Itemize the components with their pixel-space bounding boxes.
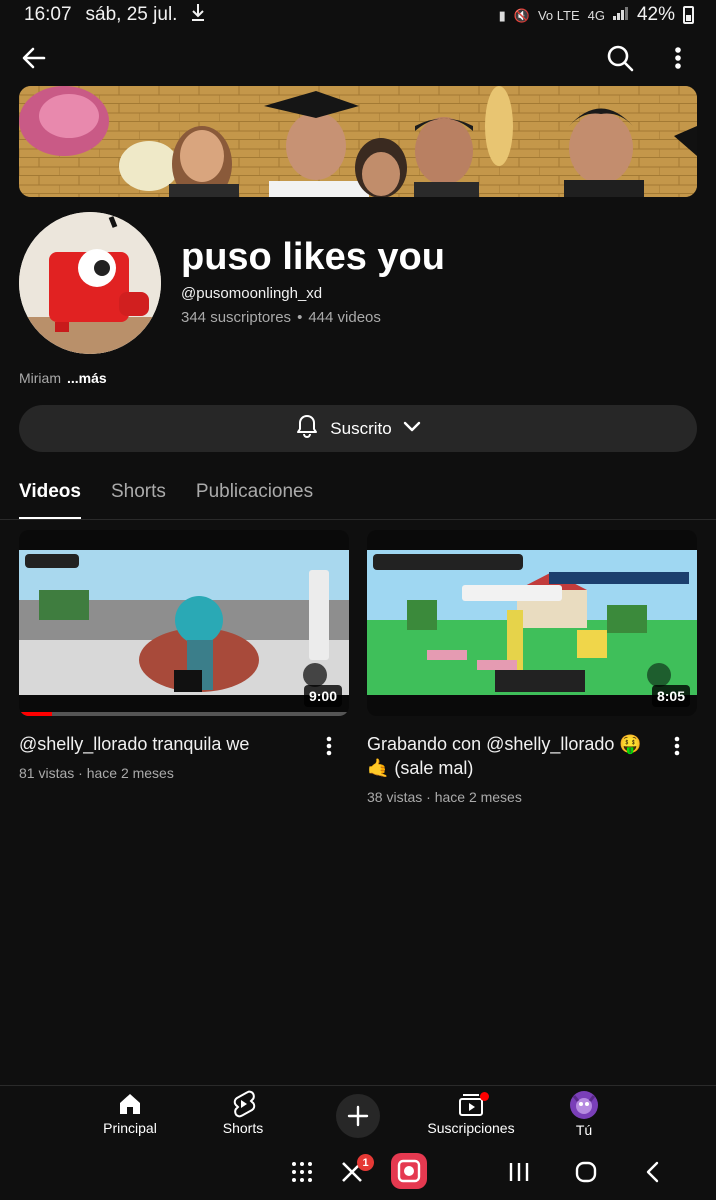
tabs-divider xyxy=(0,519,716,520)
signal-icon xyxy=(612,4,629,26)
status-time: 16:07 xyxy=(24,4,72,25)
home-icon xyxy=(120,1094,140,1114)
recent-apps-icon[interactable] xyxy=(508,1162,530,1187)
mute-icon: 🔇 xyxy=(513,7,530,23)
download-icon xyxy=(191,3,205,27)
chevron-down-icon xyxy=(402,416,422,441)
video-duration: 9:00 xyxy=(303,685,342,707)
tab-shorts[interactable]: Shorts xyxy=(111,474,166,518)
system-nav-bar: 1 xyxy=(0,1148,716,1200)
video-meta: 81 vistas · hace 2 meses xyxy=(19,765,174,781)
tab-videos[interactable]: Videos xyxy=(19,474,81,519)
video-title[interactable]: Grabando con @shelly_llorado 🤑🤙 (sale ma… xyxy=(367,732,657,780)
video-thumbnail[interactable]: 8:05 xyxy=(367,530,697,716)
battery-icon xyxy=(683,6,694,24)
avatar-icon xyxy=(570,1091,598,1119)
watch-progress-track xyxy=(19,712,349,716)
video-count: 444 videos xyxy=(308,309,381,326)
home-nav-icon[interactable] xyxy=(574,1160,598,1189)
more-options-icon[interactable] xyxy=(664,42,692,74)
video-duration: 8:05 xyxy=(651,685,690,707)
nav-label: Tú xyxy=(575,1122,593,1138)
video-thumbnail[interactable]: 9:00 xyxy=(19,530,349,716)
description-text: Miriam xyxy=(19,370,61,386)
back-nav-icon[interactable] xyxy=(644,1160,662,1189)
video-more-icon[interactable] xyxy=(317,734,341,758)
channel-stats: 344 suscriptores • 444 videos xyxy=(181,309,381,326)
screen-recorder-icon[interactable] xyxy=(390,1152,428,1195)
channel-avatar[interactable] xyxy=(19,212,161,354)
subscriber-count: 344 suscriptores xyxy=(181,309,292,326)
nav-label: Suscripciones xyxy=(427,1120,515,1136)
back-arrow-icon[interactable] xyxy=(18,42,50,74)
nav-label: Principal xyxy=(103,1120,157,1136)
notification-dot xyxy=(480,1092,489,1101)
subscribed-label: Suscrito xyxy=(330,418,392,438)
video-title[interactable]: @shelly_llorado tranquila we xyxy=(19,732,309,756)
bottom-nav: Principal Shorts Suscripciones Tú xyxy=(0,1086,716,1146)
status-bar: 16:07 sáb, 25 jul. ▮ 🔇 Vo LTE 4G 42% xyxy=(0,0,716,30)
battery-percent: 42% xyxy=(636,4,675,25)
nav-tu[interactable]: Tú xyxy=(529,1090,639,1138)
plus-icon xyxy=(347,1105,369,1127)
nav-shorts[interactable]: Shorts xyxy=(188,1090,298,1136)
tab-publicaciones[interactable]: Publicaciones xyxy=(196,474,313,518)
channel-name: puso likes you xyxy=(181,236,445,278)
network-type-label: 4G xyxy=(587,7,605,23)
video-meta: 38 vistas · hace 2 meses xyxy=(367,789,522,805)
x-notification-badge: 1 xyxy=(357,1154,374,1171)
subscribed-button[interactable]: Suscrito xyxy=(19,405,697,452)
create-button[interactable] xyxy=(336,1094,380,1138)
video-card[interactable]: 9:00 @shelly_llorado tranquila we 81 vis… xyxy=(19,530,349,781)
volte-icon: Vo LTE xyxy=(537,7,580,23)
stats-separator: • xyxy=(297,309,303,326)
channel-banner xyxy=(19,86,697,197)
video-card[interactable]: 8:05 Grabando con @shelly_llorado 🤑🤙 (sa… xyxy=(367,530,697,805)
bell-icon xyxy=(294,413,320,444)
nav-label: Shorts xyxy=(222,1120,264,1136)
apps-grid-icon[interactable] xyxy=(290,1160,314,1189)
video-more-icon[interactable] xyxy=(665,734,689,758)
nav-principal[interactable]: Principal xyxy=(75,1090,185,1136)
description-more-link[interactable]: ...más xyxy=(67,370,107,386)
battery-saver-icon: ▮ xyxy=(498,7,506,23)
shorts-icon xyxy=(233,1090,256,1118)
search-icon[interactable] xyxy=(604,42,636,74)
watch-progress-fill xyxy=(19,712,52,716)
app-bar xyxy=(0,36,716,80)
status-date: sáb, 25 jul. xyxy=(85,4,178,25)
channel-description[interactable]: Miriam ...más xyxy=(19,370,107,386)
x-app-icon[interactable]: 1 xyxy=(340,1154,374,1189)
nav-suscripciones[interactable]: Suscripciones xyxy=(416,1090,526,1136)
channel-tabs: Videos Shorts Publicaciones xyxy=(19,474,313,520)
channel-handle: @pusomoonlingh_xd xyxy=(181,285,323,302)
